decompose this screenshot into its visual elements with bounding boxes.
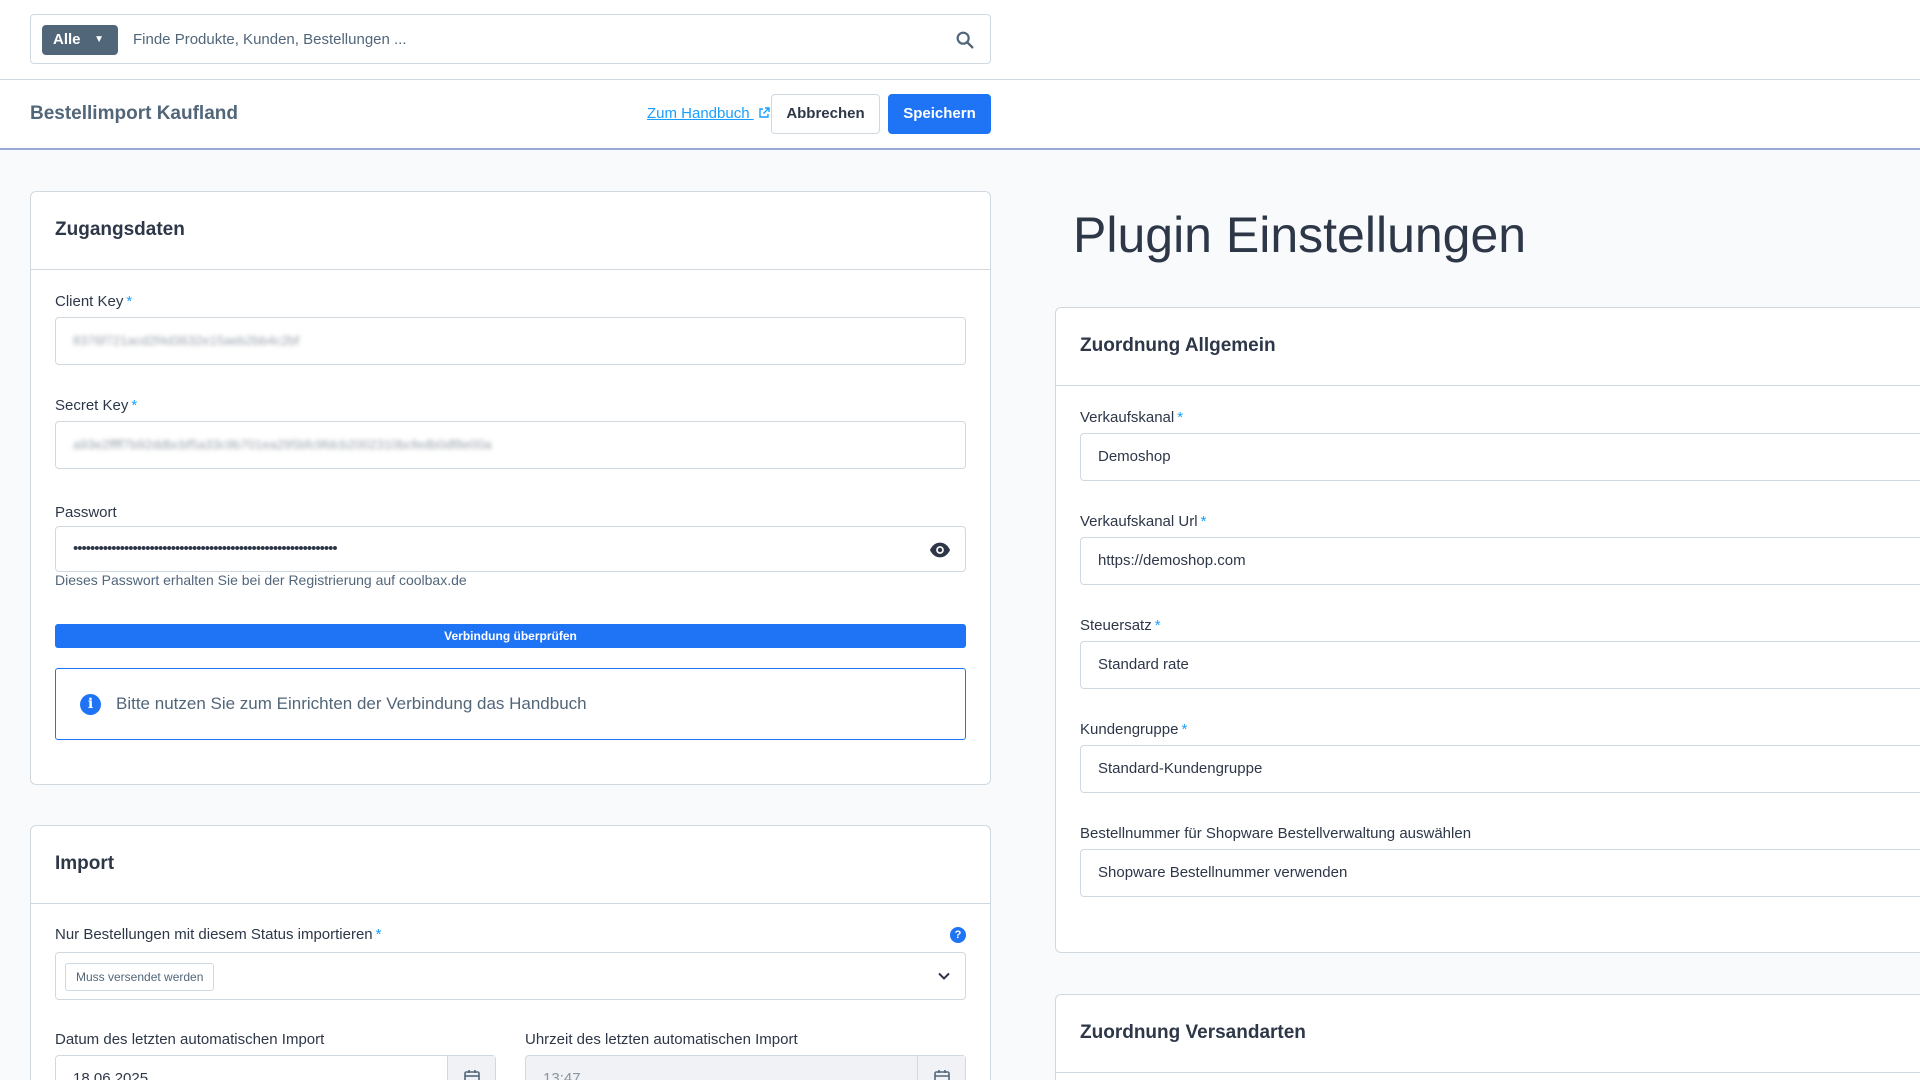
order-number-label: Bestellnummer für Shopware Bestellverwal… [1080,825,1472,842]
verify-connection-button[interactable]: Verbindung überprüfen [55,624,966,648]
secret-key-field[interactable]: a93e2ffff7b92ddbcbf5a33c9b701ea295bfc9fd… [55,421,966,469]
search-icon[interactable] [954,29,976,51]
general-mapping-card: Zuordnung Allgemein Verkaufskanal * Demos… [1055,307,1920,953]
order-number-select[interactable]: Shopware Bestellnummer verwenden [1080,849,1920,897]
access-data-card: Zugangsdaten Client Key * 8376f721acd2f4d… [30,191,991,785]
smart-bar: Bestellimport Kaufland Zum Handbuch Abbr… [0,80,1920,150]
search-type-dropdown[interactable]: Alle ▼ [42,25,118,55]
help-icon[interactable]: ? [950,927,966,943]
info-alert: i Bitte nutzen Sie zum Einrichten der Ve… [55,668,966,740]
eye-icon[interactable] [929,540,951,560]
search-header: Alle ▼ Finde Produkte, Kunden, Bestellun… [0,0,1920,80]
secret-key-label: Secret Key * [55,397,138,414]
calendar-icon [464,1070,480,1080]
card-title: Zugangsdaten [31,192,990,270]
last-import-date-field[interactable]: 18.06.2025 [55,1055,496,1080]
plugin-settings-heading: Plugin Einstellungen [1073,207,1527,263]
client-key-label: Client Key * [55,293,133,310]
order-number-value: Shopware Bestellnummer verwenden [1098,864,1348,881]
search-input[interactable]: Finde Produkte, Kunden, Bestellungen ... [133,15,407,65]
card-title: Import [31,826,990,904]
tax-rate-select[interactable]: Standard rate [1080,641,1920,689]
page-title: Bestellimport Kaufland [30,103,238,124]
last-import-time-field[interactable]: 13:47 [525,1055,966,1080]
shipping-mapping-card: Zuordnung Versandarten [1055,994,1920,1080]
card-title: Zuordnung Versandarten [1056,995,1920,1073]
info-icon: i [80,694,101,715]
sales-channel-value: Demoshop [1098,448,1171,465]
sales-channel-url-value: https://demoshop.com [1098,552,1246,569]
global-search[interactable]: Alle ▼ Finde Produkte, Kunden, Bestellun… [30,14,991,64]
customer-group-select[interactable]: Standard-Kundengruppe [1080,745,1920,793]
status-filter-select[interactable]: Muss versendet werden [55,952,966,1000]
last-import-time-label: Uhrzeit des letzten automatischen Import [525,1031,798,1048]
customer-group-label: Kundengruppe * [1080,721,1188,738]
chevron-down-icon [938,972,950,980]
password-field[interactable]: ••••••••••••••••••••••••••••••••••••••••… [55,526,966,572]
cancel-button[interactable]: Abbrechen [771,94,880,134]
sales-channel-url-label: Verkaufskanal Url * [1080,513,1207,530]
search-type-label: Alle [53,31,81,48]
password-help-text: Dieses Passwort erhalten Sie bei der Reg… [55,572,467,588]
sales-channel-select[interactable]: Demoshop [1080,433,1920,481]
time-picker-button[interactable] [917,1056,965,1080]
calendar-icon [934,1070,950,1080]
password-label: Passwort [55,504,117,521]
manual-link[interactable]: Zum Handbuch [647,105,770,122]
manual-link-label: Zum Handbuch [647,105,750,122]
card-title: Zuordnung Allgemein [1056,308,1920,386]
external-link-icon [759,107,770,118]
client-key-field[interactable]: 8376f721acd2f4d3632e15aeb2bb4c2bf [55,317,966,365]
status-tag[interactable]: Muss versendet werden [65,963,215,991]
sales-channel-url-field[interactable]: https://demoshop.com [1080,537,1920,585]
client-key-value: 8376f721acd2f4d3632e15aeb2bb4c2bf [73,333,300,348]
customer-group-value: Standard-Kundengruppe [1098,760,1263,777]
info-alert-text: Bitte nutzen Sie zum Einrichten der Verb… [116,694,587,713]
last-import-date-value: 18.06.2025 [73,1070,149,1080]
password-value: ••••••••••••••••••••••••••••••••••••••••… [73,540,338,557]
sales-channel-label: Verkaufskanal * [1080,409,1184,426]
date-picker-button[interactable] [447,1056,495,1080]
import-card: Import Nur Bestellungen mit diesem Statu… [30,825,991,1080]
secret-key-value: a93e2ffff7b92ddbcbf5a33c9b701ea295bfc9fd… [73,437,492,452]
last-import-time-value: 13:47 [543,1070,581,1080]
tax-rate-value: Standard rate [1098,656,1189,673]
chevron-down-icon: ▼ [94,34,104,45]
status-filter-label: Nur Bestellungen mit diesem Status impor… [55,926,382,943]
tax-rate-label: Steuersatz * [1080,617,1161,634]
last-import-date-label: Datum des letzten automatischen Import [55,1031,325,1048]
save-button[interactable]: Speichern [888,94,991,134]
